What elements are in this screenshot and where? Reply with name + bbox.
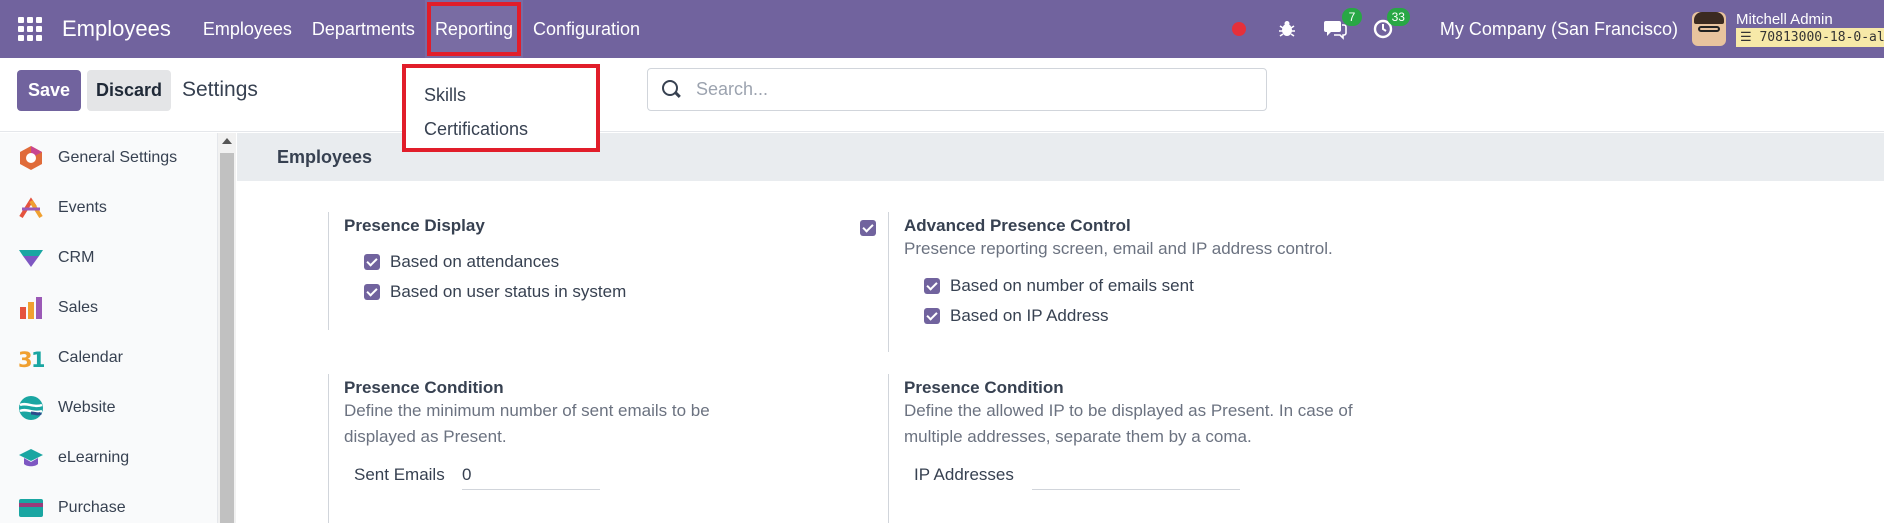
navbar-systray: 7 33 My Company (San Francisco) Mitchell… [1226, 0, 1884, 58]
checkbox-emails-sent[interactable] [924, 278, 940, 294]
search-input[interactable] [696, 79, 1256, 100]
search-bar[interactable] [647, 68, 1267, 111]
menu-configuration[interactable]: Configuration [523, 0, 650, 58]
activities-clock-icon[interactable]: 33 [1370, 8, 1410, 42]
svg-text:1: 1 [31, 348, 44, 371]
setting-presence-condition-ip: Presence Condition Define the allowed IP… [888, 374, 1448, 523]
setting-title: Advanced Presence Control [904, 216, 1131, 235]
setting-advanced-presence: Advanced Presence Control Presence repor… [860, 212, 1448, 352]
company-switcher[interactable]: My Company (San Francisco) [1440, 19, 1678, 40]
setting-title: Presence Display [344, 216, 485, 235]
calendar-icon: 31 [18, 345, 46, 372]
database-tag: ☰ 70813000-18-0-al [1736, 28, 1884, 47]
sidebar-item-events[interactable]: Events [0, 183, 217, 233]
checkbox-advanced-presence[interactable] [860, 220, 876, 236]
menu-departments[interactable]: Departments [302, 0, 425, 58]
menu-item-certifications[interactable]: Certifications [406, 112, 596, 146]
elearning-icon [18, 445, 44, 471]
user-name: Mitchell Admin [1736, 11, 1833, 28]
field-label: IP Addresses [914, 465, 1014, 484]
setting-presence-display: Presence Display Based on attendances Ba… [328, 212, 768, 330]
user-avatar[interactable] [1692, 12, 1726, 46]
scrollbar-thumb[interactable] [220, 153, 234, 523]
sidebar-label: Purchase [58, 499, 126, 516]
database-name: 70813000-18-0-al [1759, 30, 1884, 45]
setting-description: Presence reporting screen, email and IP … [904, 239, 1333, 258]
checkbox-row[interactable]: Based on IP Address [924, 306, 1448, 326]
checkbox-label: Based on IP Address [950, 306, 1109, 325]
checkbox-label: Based on user status in system [390, 282, 627, 301]
menu-reporting[interactable]: Reporting [424, 0, 523, 58]
top-navbar: Employees Employees Departments Reportin… [0, 0, 1884, 58]
messages-icon[interactable]: 7 [1322, 8, 1362, 42]
events-icon [18, 195, 44, 221]
checkbox-ip-address[interactable] [924, 308, 940, 324]
page-title: Settings [182, 78, 258, 101]
app-grid-icon[interactable] [18, 17, 42, 41]
sent-emails-input[interactable] [462, 460, 600, 490]
menu-employees[interactable]: Employees [193, 0, 302, 58]
sidebar-item-purchase[interactable]: Purchase [0, 483, 217, 523]
crm-icon [18, 245, 44, 271]
activities-count-badge: 33 [1386, 8, 1410, 26]
setting-description: Define the minimum number of sent emails… [344, 401, 710, 446]
sidebar-item-sales[interactable]: Sales [0, 283, 217, 333]
sidebar-scrollbar[interactable] [218, 133, 236, 523]
checkbox-attendances[interactable] [364, 254, 380, 270]
sidebar-label: Calendar [58, 349, 123, 366]
field-label: Sent Emails [354, 465, 445, 484]
scroll-up-arrow-icon[interactable] [222, 138, 232, 144]
sidebar-label: Sales [58, 299, 99, 316]
sidebar-label: Website [58, 399, 116, 416]
messages-count-badge: 7 [1341, 8, 1362, 26]
checkbox-label: Based on attendances [390, 252, 560, 271]
sidebar-item-elearning[interactable]: eLearning [0, 433, 217, 483]
menu-item-skills[interactable]: Skills [406, 78, 596, 112]
search-icon [662, 79, 682, 100]
user-menu[interactable]: Mitchell Admin ☰ 70813000-18-0-al [1736, 11, 1884, 47]
setting-presence-condition-emails: Presence Condition Define the minimum nu… [328, 374, 768, 523]
sales-icon [18, 295, 44, 321]
settings-content: Employees Presence Display Based on atte… [237, 133, 1884, 523]
discard-button[interactable]: Discard [87, 70, 171, 111]
checkbox-row[interactable]: Based on attendances [364, 252, 768, 272]
checkbox-row[interactable]: Based on user status in system [364, 282, 768, 302]
setting-title: Presence Condition [344, 378, 504, 397]
reporting-dropdown-menu: Skills Certifications [402, 64, 600, 152]
sidebar-item-website[interactable]: Website [0, 383, 217, 433]
sidebar-label: CRM [58, 249, 95, 266]
checkbox-user-status[interactable] [364, 284, 380, 300]
setting-description: Define the allowed IP to be displayed as… [904, 401, 1353, 446]
checkbox-row[interactable]: Based on number of emails sent [924, 276, 1448, 296]
website-icon [18, 395, 44, 421]
control-panel: Save Discard Settings [0, 58, 1884, 132]
setting-title: Presence Condition [904, 378, 1064, 397]
sidebar-label: General Settings [58, 149, 178, 166]
recording-icon[interactable] [1226, 16, 1252, 42]
purchase-icon [18, 495, 44, 521]
sidebar-label: Events [58, 199, 107, 216]
sidebar-item-general-settings[interactable]: General Settings [0, 133, 217, 183]
checkbox-label: Based on number of emails sent [950, 276, 1194, 295]
debug-bug-icon[interactable] [1274, 16, 1300, 42]
sidebar-item-crm[interactable]: CRM [0, 233, 217, 283]
sidebar-item-calendar[interactable]: 31 Calendar [0, 333, 217, 383]
save-button[interactable]: Save [17, 70, 81, 111]
app-title[interactable]: Employees [62, 16, 171, 42]
general-settings-icon [18, 145, 44, 171]
settings-sidebar: General Settings Events CRM Sales 31 Cal… [0, 133, 218, 523]
sidebar-label: eLearning [58, 449, 130, 466]
ip-addresses-input[interactable] [1032, 460, 1240, 490]
